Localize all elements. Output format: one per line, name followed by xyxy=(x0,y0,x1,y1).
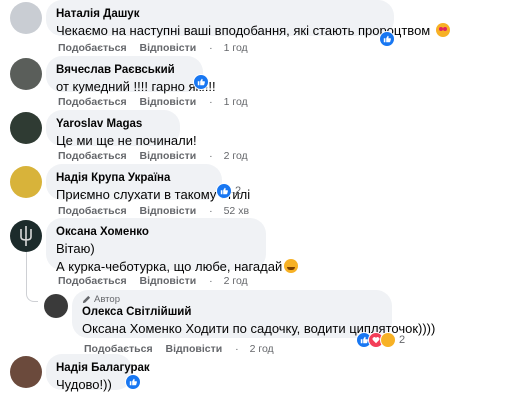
comment-bubble: Надія Крупа Україна Приємно слухати в та… xyxy=(46,164,251,202)
comment-author[interactable]: Наталія Дашук xyxy=(56,7,384,21)
reply-button[interactable]: Відповісти xyxy=(140,150,197,162)
reactions[interactable] xyxy=(125,374,141,390)
comment-text: Приємно слухати в такому стилі xyxy=(56,187,251,202)
separator-dot: · xyxy=(209,205,213,217)
avatar[interactable] xyxy=(10,356,42,388)
separator-dot: · xyxy=(209,275,213,287)
comment-actions: Подобається Відповісти · 1 год xyxy=(58,96,248,108)
separator-dot: · xyxy=(209,96,213,108)
comment-author[interactable]: Оксана Хоменко xyxy=(56,225,256,239)
comment-bubble: Оксана Хоменко Вітаю) А курка-чеботурка,… xyxy=(46,218,299,274)
comment-text: Вітаю) xyxy=(56,241,95,256)
separator-dot: · xyxy=(209,42,213,54)
like-button[interactable]: Подобається xyxy=(58,96,127,108)
comment-text: Оксана Хоменко Ходити по садочку, водити… xyxy=(82,321,436,336)
like-reaction-icon xyxy=(216,183,232,199)
comment-time[interactable]: 1 год xyxy=(224,96,248,108)
comment-time[interactable]: 2 год xyxy=(224,275,248,287)
like-button[interactable]: Подобається xyxy=(58,205,127,217)
grin-emoji-icon xyxy=(284,259,299,273)
reply-button[interactable]: Відповісти xyxy=(140,96,197,108)
separator-dot: · xyxy=(209,150,213,162)
reply-thread-line xyxy=(26,252,38,302)
avatar[interactable] xyxy=(44,294,68,318)
reply-button[interactable]: Відповісти xyxy=(140,205,197,217)
author-badge: Автор xyxy=(82,294,382,305)
reply-button[interactable]: Відповісти xyxy=(140,42,197,54)
comment-bubble: Наталія Дашук Чекаємо на наступні ваші в… xyxy=(46,0,450,39)
comment-author[interactable]: Надія Балагурак xyxy=(56,361,150,375)
comment-time[interactable]: 1 год xyxy=(224,42,248,54)
reactions[interactable] xyxy=(379,31,395,47)
comment-bubble: Надія Балагурак Чудово!)) xyxy=(46,354,150,392)
comment-author[interactable]: Yaroslav Magas xyxy=(56,117,170,131)
like-button[interactable]: Подобається xyxy=(58,275,127,287)
like-reaction-icon xyxy=(379,31,395,47)
comment-time[interactable]: 2 год xyxy=(224,150,248,162)
comment-text: Чудово!)) xyxy=(56,377,112,392)
comment-text: Це ми ще не починали! xyxy=(56,133,197,148)
comment-author[interactable]: Надія Крупа Україна xyxy=(56,171,212,185)
trident-icon xyxy=(20,226,32,246)
comment-actions: Подобається Відповісти · 2 год xyxy=(58,150,248,162)
like-button[interactable]: Подобається xyxy=(58,42,127,54)
like-button[interactable]: Подобається xyxy=(58,150,127,162)
reaction-count: 2 xyxy=(235,185,242,197)
avatar[interactable] xyxy=(10,166,42,198)
avatar[interactable] xyxy=(10,220,42,252)
comment-actions: Подобається Відповісти · 1 год xyxy=(58,42,248,54)
comment-time[interactable]: 2 год xyxy=(250,343,274,355)
mention-link[interactable]: Оксана Хоменко xyxy=(82,321,182,336)
comment-actions: Подобається Відповісти · 2 год xyxy=(58,275,248,287)
reactions[interactable]: 2 xyxy=(356,332,405,348)
comment-author[interactable]: Олекса Світлійший xyxy=(82,305,382,319)
like-reaction-icon xyxy=(125,374,141,390)
comment-text: Чекаємо на наступні ваші вподобання, які… xyxy=(56,22,450,39)
reply-button[interactable]: Відповісти xyxy=(140,275,197,287)
like-reaction-icon xyxy=(193,74,209,90)
comment-bubble: Автор Олекса Світлійший Оксана Хоменко Х… xyxy=(72,290,436,338)
reaction-count: 2 xyxy=(399,334,406,346)
star-eyes-emoji-icon xyxy=(435,23,450,37)
comment-text: А курка-чеботурка, що любе, нагадай xyxy=(56,258,299,275)
comment-actions: Подобається Відповісти · 52 хв xyxy=(58,205,249,217)
comment-time[interactable]: 52 хв xyxy=(224,205,249,217)
reactions[interactable] xyxy=(193,74,209,90)
comment-bubble: Yaroslav Magas Це ми ще не починали! xyxy=(46,110,197,148)
haha-reaction-icon xyxy=(380,332,396,348)
avatar[interactable] xyxy=(10,2,42,34)
separator-dot: · xyxy=(235,343,239,355)
comment-author[interactable]: Вячеслав Раєвський xyxy=(56,63,193,77)
reactions[interactable]: 2 xyxy=(216,183,241,199)
pencil-icon xyxy=(82,295,91,304)
comment-text: от кумедний !!!! гарно як!!!! xyxy=(56,79,216,94)
reply-button[interactable]: Відповісти xyxy=(166,343,223,355)
avatar[interactable] xyxy=(10,112,42,144)
avatar[interactable] xyxy=(10,58,42,90)
comment-bubble: Вячеслав Раєвський от кумедний !!!! гарн… xyxy=(46,56,216,94)
